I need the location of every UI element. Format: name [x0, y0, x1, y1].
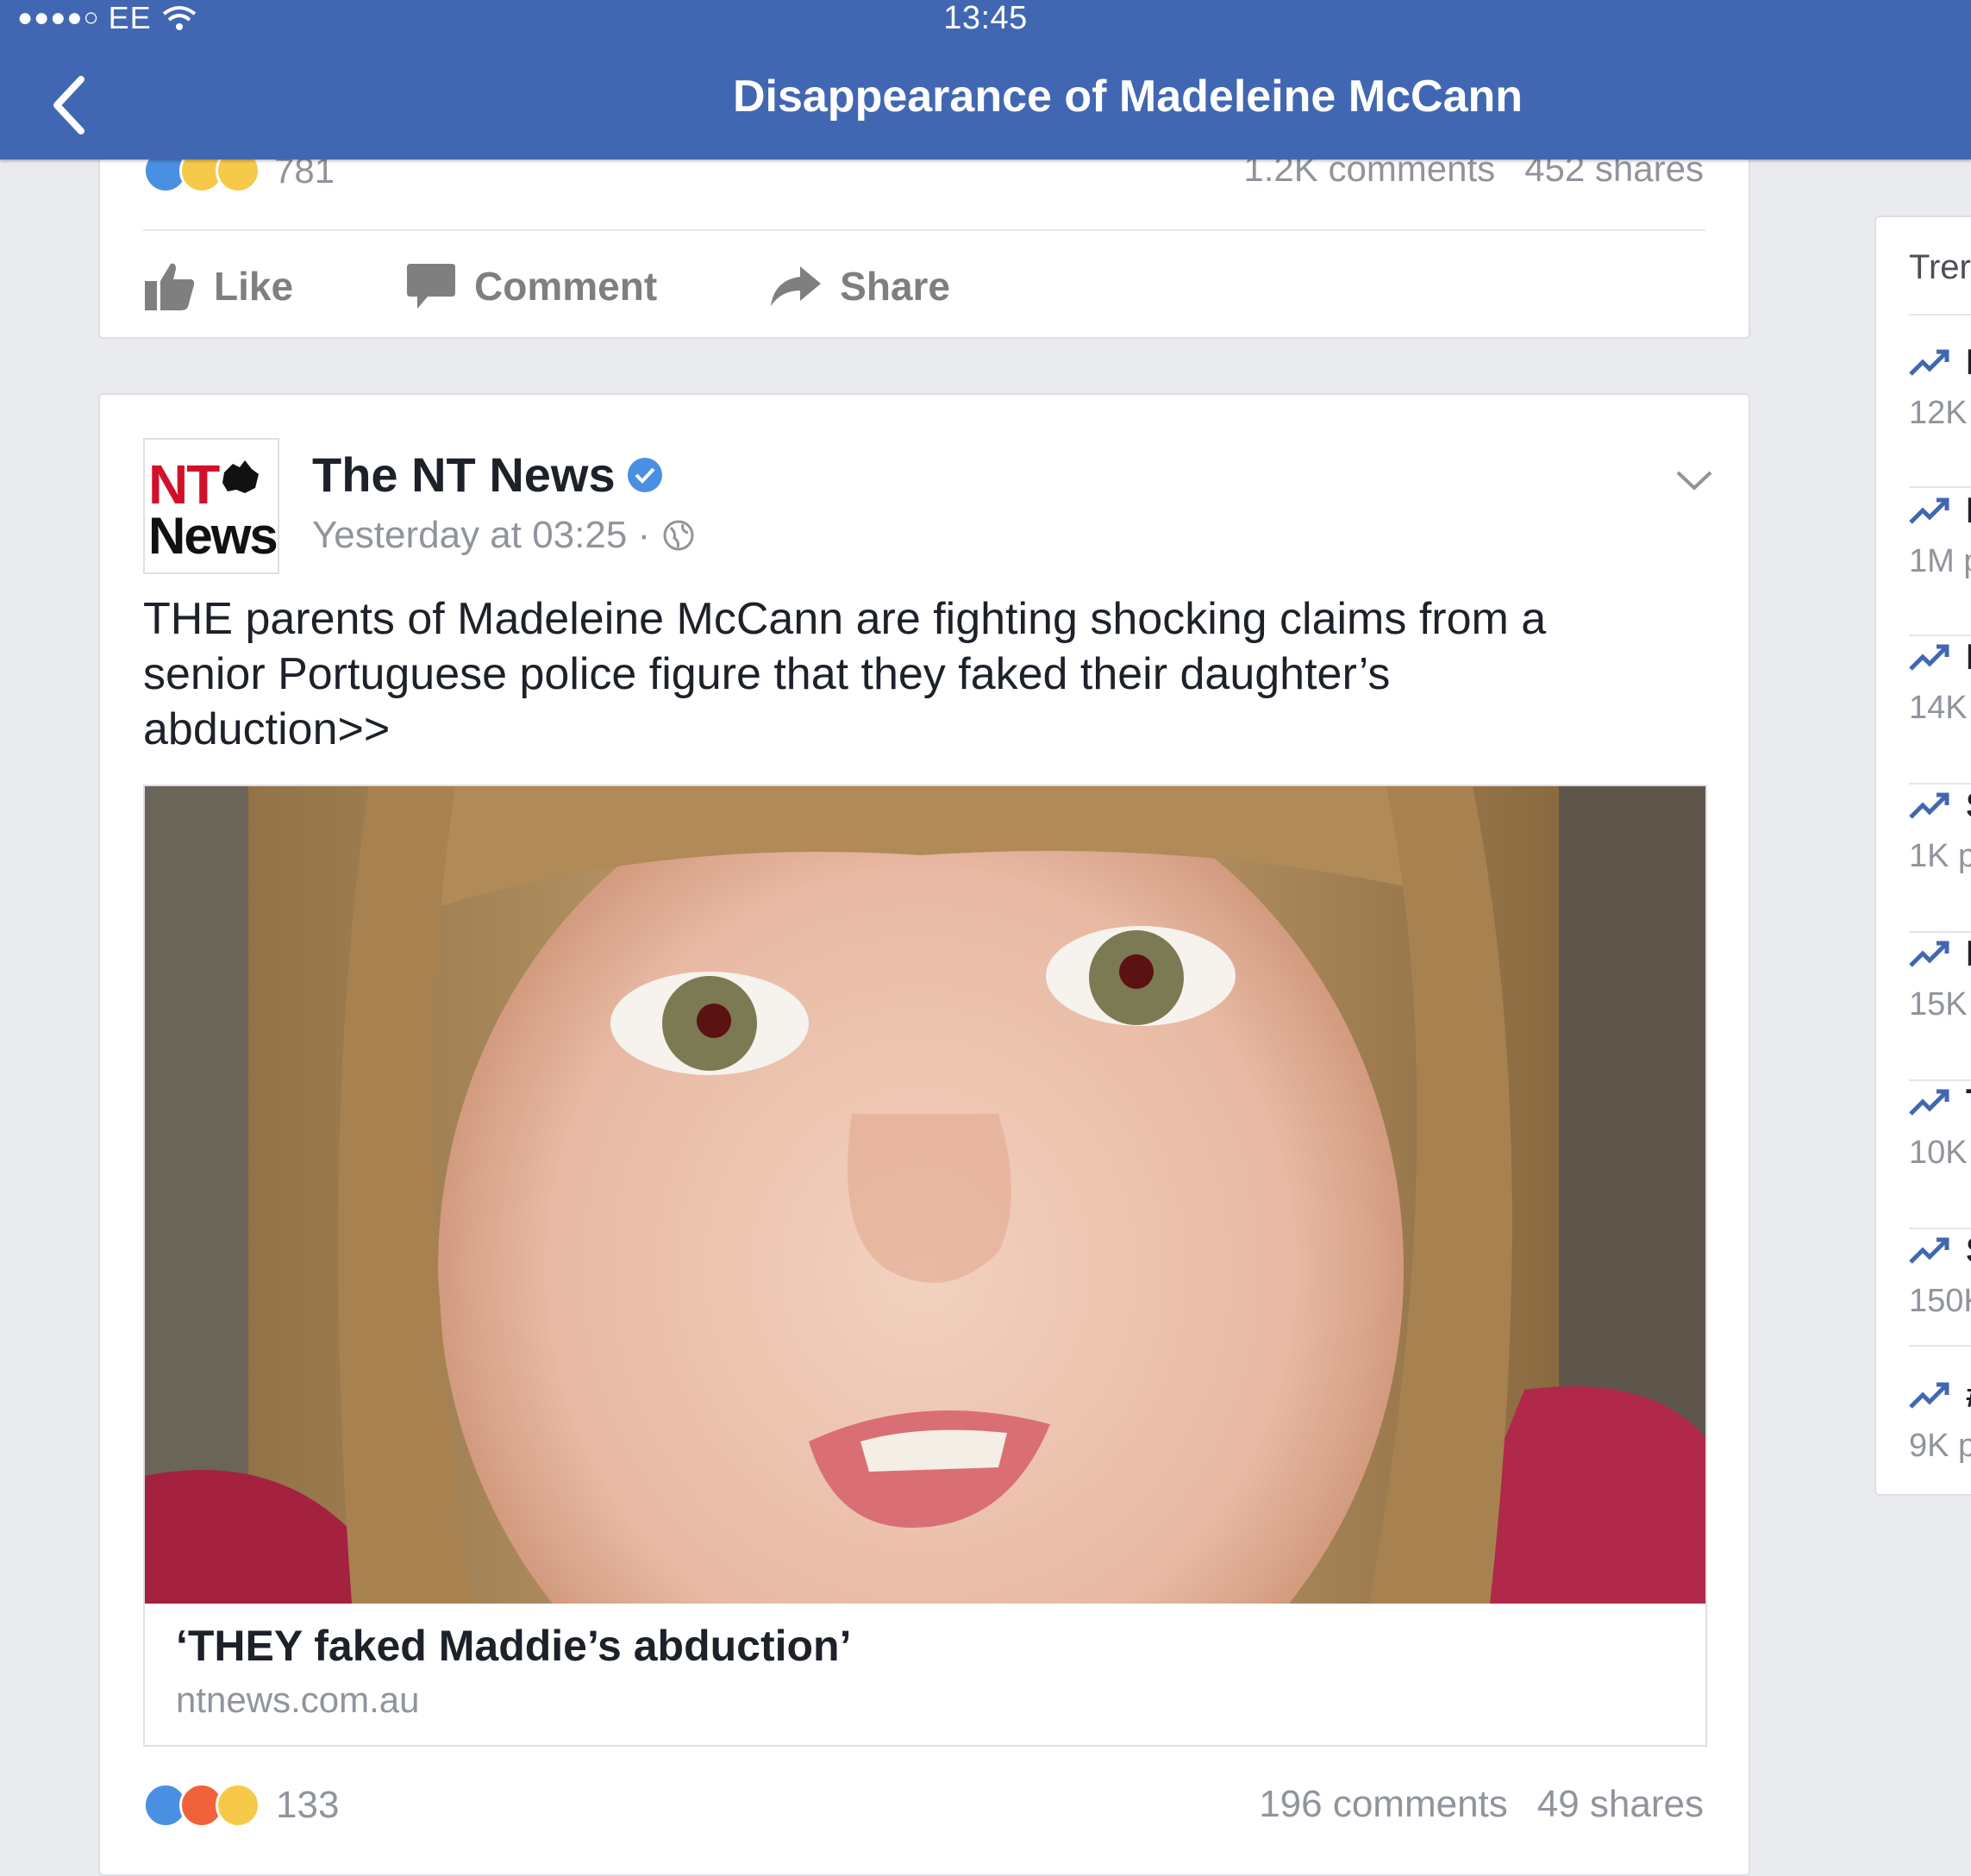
reaction-count: 133 — [276, 1784, 340, 1826]
trending-topic: I — [1966, 636, 1971, 678]
trending-topic: I — [1966, 341, 1971, 383]
australia-map-icon — [222, 460, 259, 493]
trending-item[interactable]: S 150K — [1909, 1229, 1971, 1379]
trending-count: 1K p — [1909, 838, 1971, 874]
trending-heading: Trer — [1909, 248, 1971, 286]
comment-icon — [407, 264, 456, 309]
link-title[interactable]: ‘THEY faked Maddie’s abduction’ — [176, 1621, 851, 1671]
trending-topic: I — [1966, 933, 1971, 974]
trending-count: 9K p — [1909, 1428, 1971, 1464]
shares-count[interactable]: 49 shares — [1537, 1783, 1704, 1826]
top-bar: ●●●●○ EE 13:45 Disappearance of Madelein… — [0, 0, 1971, 159]
trending-item[interactable]: I 14K — [1909, 636, 1971, 786]
logo-text-news: News — [148, 507, 278, 565]
logo-text-nt: NT — [148, 453, 220, 516]
post-timestamp[interactable]: Yesterday at 03:25 · — [312, 514, 695, 557]
comments-count[interactable]: 196 comments — [1259, 1783, 1508, 1826]
divider — [1909, 635, 1971, 636]
divider — [1909, 783, 1971, 785]
post-text: THE parents of Madeleine McCann are figh… — [143, 594, 1547, 754]
link-preview-image[interactable] — [145, 786, 1705, 1604]
trending-arrow-icon — [1909, 1237, 1949, 1264]
share-arrow-icon — [771, 266, 822, 306]
nav-bar: Disappearance of Madeleine McCann — [0, 62, 1971, 140]
trending-count: 15K — [1909, 986, 1968, 1022]
link-preview[interactable]: ‘THEY faked Maddie’s abduction’ ntnews.c… — [143, 785, 1707, 1747]
trending-count: 14K — [1909, 690, 1968, 726]
reaction-icons — [143, 1783, 260, 1828]
page-name[interactable]: The NT News — [312, 447, 662, 503]
trending-arrow-icon — [1909, 349, 1949, 376]
trending-count: 10K — [1909, 1135, 1968, 1171]
wow-reaction-icon — [216, 1783, 260, 1828]
trending-item[interactable]: S 1K p — [1909, 785, 1971, 935]
post-card: NT News The NT News Yesterday at 03:25 ·… — [98, 393, 1750, 1876]
trending-topic: S — [1966, 785, 1971, 826]
trending-arrow-icon — [1909, 1382, 1949, 1409]
trending-item[interactable]: # 9K p — [1909, 1374, 1971, 1494]
like-button[interactable]: Like — [143, 260, 293, 312]
page-avatar[interactable]: NT News — [143, 438, 279, 574]
divider — [1909, 1079, 1971, 1081]
trending-panel: Trer I 12K I 1M p I 14K S 1K p I 15K T 1… — [1874, 216, 1971, 1496]
verified-badge-icon — [627, 457, 662, 492]
page-title: Disappearance of Madeleine McCann — [732, 72, 1524, 122]
share-label: Share — [840, 264, 951, 309]
post-options-chevron-icon[interactable] — [1673, 464, 1716, 498]
divider — [143, 229, 1705, 231]
trending-arrow-icon — [1909, 941, 1949, 967]
divider — [1909, 1345, 1971, 1347]
trending-topic: # — [1966, 1374, 1971, 1416]
trending-count: 12K — [1909, 395, 1968, 431]
child-portrait-image — [145, 786, 1705, 1604]
trending-arrow-icon — [1909, 792, 1949, 819]
trending-item[interactable]: I 1M p — [1909, 490, 1971, 640]
trending-item[interactable]: I 12K — [1909, 341, 1971, 491]
trending-topic: I — [1966, 490, 1971, 531]
trending-arrow-icon — [1909, 644, 1949, 671]
globe-icon — [663, 520, 694, 551]
comment-button[interactable]: Comment — [405, 262, 657, 310]
post-stats: 133 196 comments 49 shares — [143, 1783, 1704, 1835]
trending-arrow-icon — [1909, 497, 1949, 524]
share-button[interactable]: Share — [769, 263, 950, 310]
trending-topic: S — [1966, 1229, 1971, 1271]
link-info: ‘THEY faked Maddie’s abduction’ ntnews.c… — [176, 1621, 851, 1721]
divider — [1909, 1228, 1971, 1229]
timestamp-text: Yesterday at 03:25 · — [312, 514, 651, 556]
trending-count: 1M p — [1909, 543, 1971, 579]
page-name-text: The NT News — [312, 447, 616, 502]
like-label: Like — [214, 264, 294, 309]
thumbs-up-icon — [145, 263, 195, 310]
divider — [1909, 486, 1971, 488]
trending-count: 150K — [1909, 1283, 1971, 1319]
post-actions: Like Comment Share — [143, 252, 1062, 321]
divider — [1909, 314, 1971, 316]
divider — [1909, 931, 1971, 933]
trending-arrow-icon — [1909, 1089, 1949, 1116]
trending-item[interactable]: I 15K — [1909, 933, 1971, 1083]
trending-item[interactable]: T 10K — [1909, 1081, 1971, 1231]
comment-label: Comment — [474, 264, 658, 309]
trending-topic: T — [1966, 1081, 1971, 1122]
status-time: 13:45 — [943, 0, 1028, 36]
status-bar: ●●●●○ EE 13:45 — [0, 0, 1971, 36]
back-chevron-icon[interactable] — [43, 71, 95, 140]
link-domain: ntnews.com.au — [176, 1679, 420, 1720]
reaction-summary[interactable]: 133 — [143, 1783, 339, 1828]
